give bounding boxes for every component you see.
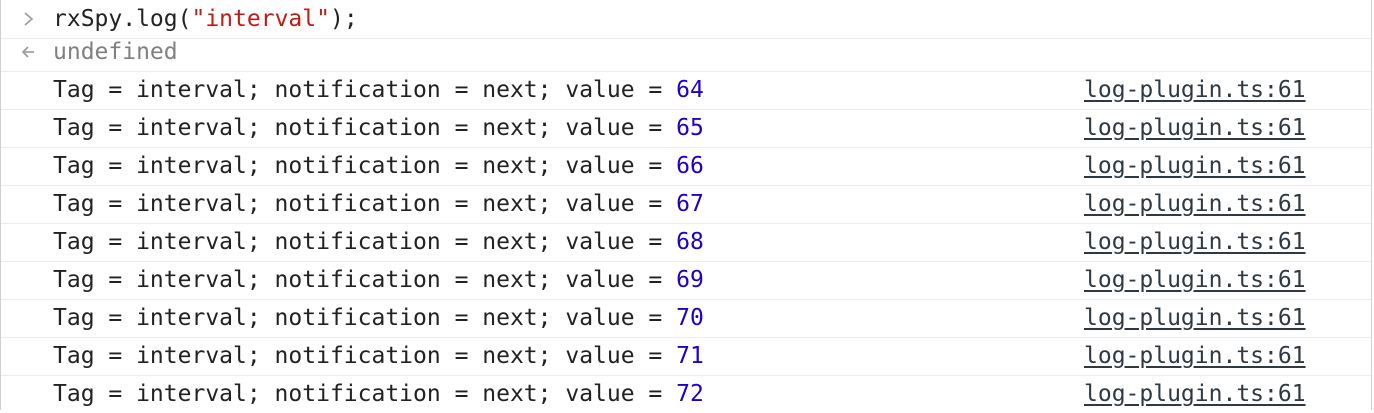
log-row: Tag = interval; notification = next; val… [1, 375, 1371, 413]
log-message-text: Tag = interval; notification = next; val… [53, 343, 677, 369]
source-link[interactable]: log-plugin.ts:61 [1084, 337, 1306, 375]
source-link[interactable]: log-plugin.ts:61 [1084, 71, 1306, 109]
input-code-string: "interval" [191, 6, 330, 32]
log-message: Tag = interval; notification = next; val… [53, 147, 704, 185]
log-value: 66 [676, 153, 704, 179]
log-value: 68 [676, 229, 704, 255]
log-message: Tag = interval; notification = next; val… [53, 261, 704, 299]
source-link[interactable]: log-plugin.ts:61 [1084, 185, 1306, 223]
log-message-text: Tag = interval; notification = next; val… [53, 267, 677, 293]
source-link[interactable]: log-plugin.ts:61 [1084, 109, 1306, 147]
log-message: Tag = interval; notification = next; val… [53, 223, 704, 261]
console-result-row: undefined [1, 33, 1371, 72]
log-row: Tag = interval; notification = next; val… [1, 337, 1371, 376]
source-link[interactable]: log-plugin.ts:61 [1084, 223, 1306, 261]
source-link[interactable]: log-plugin.ts:61 [1084, 261, 1306, 299]
log-message-text: Tag = interval; notification = next; val… [53, 229, 677, 255]
return-arrow-icon [21, 33, 39, 71]
log-row: Tag = interval; notification = next; val… [1, 261, 1371, 300]
console-result-value: undefined [53, 39, 178, 65]
log-row: Tag = interval; notification = next; val… [1, 299, 1371, 338]
log-message: Tag = interval; notification = next; val… [53, 185, 704, 223]
log-row: Tag = interval; notification = next; val… [1, 223, 1371, 262]
input-code-suffix: ); [329, 6, 358, 32]
log-message: Tag = interval; notification = next; val… [53, 375, 704, 413]
log-message-text: Tag = interval; notification = next; val… [53, 381, 677, 407]
log-message: Tag = interval; notification = next; val… [53, 71, 704, 109]
log-message-text: Tag = interval; notification = next; val… [53, 305, 677, 331]
log-message: Tag = interval; notification = next; val… [53, 299, 704, 337]
log-message: Tag = interval; notification = next; val… [53, 337, 704, 375]
log-value: 64 [676, 77, 704, 103]
log-value: 65 [676, 115, 704, 141]
log-value: 71 [676, 343, 704, 369]
log-message: Tag = interval; notification = next; val… [53, 109, 704, 147]
log-value: 70 [676, 305, 704, 331]
log-value: 72 [676, 381, 704, 407]
log-row: Tag = interval; notification = next; val… [1, 109, 1371, 148]
source-link[interactable]: log-plugin.ts:61 [1084, 375, 1306, 413]
log-value: 69 [676, 267, 704, 293]
log-row: Tag = interval; notification = next; val… [1, 185, 1371, 224]
log-value: 67 [676, 191, 704, 217]
devtools-console: rxSpy.log("interval"); undefined Tag = i… [0, 0, 1372, 410]
log-message-text: Tag = interval; notification = next; val… [53, 115, 677, 141]
log-message-text: Tag = interval; notification = next; val… [53, 153, 677, 179]
log-message-text: Tag = interval; notification = next; val… [53, 191, 677, 217]
log-row: Tag = interval; notification = next; val… [1, 71, 1371, 110]
log-message-text: Tag = interval; notification = next; val… [53, 77, 677, 103]
input-code-prefix: rxSpy.log( [53, 6, 192, 32]
log-row: Tag = interval; notification = next; val… [1, 147, 1371, 186]
source-link[interactable]: log-plugin.ts:61 [1084, 147, 1306, 185]
source-link[interactable]: log-plugin.ts:61 [1084, 299, 1306, 337]
